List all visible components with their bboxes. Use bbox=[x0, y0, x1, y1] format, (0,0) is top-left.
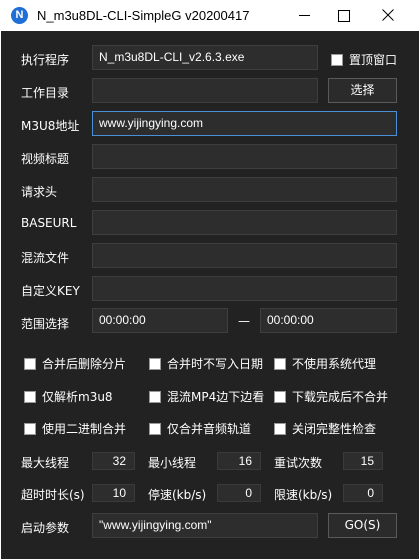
checkbox-box[interactable] bbox=[24, 422, 36, 435]
checkbox-box[interactable] bbox=[149, 390, 161, 403]
checkbox-delete-after-merge[interactable]: 合并后删除分片 bbox=[24, 355, 126, 372]
checkbox-disable-integrity-check[interactable]: 关闭完整性检查 bbox=[274, 420, 376, 437]
custom-key-input[interactable] bbox=[92, 276, 397, 301]
go-button[interactable]: GO(S) bbox=[328, 513, 397, 538]
checkbox-box[interactable] bbox=[274, 422, 286, 435]
launch-params-input[interactable]: "www.yijingying.com" bbox=[92, 513, 318, 538]
checkbox-parse-only[interactable]: 仅解析m3u8 bbox=[24, 388, 113, 405]
mux-file-label: 混流文件 bbox=[21, 251, 70, 265]
min-threads-label: 最小线程 bbox=[148, 456, 197, 470]
timeout-label: 超时时长(s) bbox=[21, 488, 85, 502]
checkbox-label: 合并后删除分片 bbox=[42, 357, 127, 371]
checkbox-label: 下载完成后不合并 bbox=[292, 390, 389, 404]
limit-speed-input[interactable]: 0 bbox=[343, 484, 383, 502]
baseurl-input[interactable] bbox=[92, 210, 397, 235]
checkbox-label: 混流MP4边下边看 bbox=[167, 390, 265, 404]
checkbox-box[interactable] bbox=[24, 390, 36, 403]
checkbox-label: 关闭完整性检查 bbox=[292, 422, 377, 436]
retries-label: 重试次数 bbox=[274, 456, 323, 470]
exe-path-field[interactable]: N_m3u8DL-CLI_v2.6.3.exe bbox=[92, 45, 318, 70]
headers-input[interactable] bbox=[92, 177, 397, 202]
checkbox-label: 使用二进制合并 bbox=[42, 422, 127, 436]
checkbox-label: 合并时不写入日期 bbox=[167, 357, 264, 371]
stop-speed-input[interactable]: 0 bbox=[217, 484, 261, 502]
maximize-button[interactable] bbox=[322, 0, 366, 31]
range-end-input[interactable]: 00:00:00 bbox=[260, 308, 397, 333]
checkbox-box[interactable] bbox=[24, 357, 36, 370]
max-threads-label: 最大线程 bbox=[21, 456, 70, 470]
range-start-input[interactable]: 00:00:00 bbox=[92, 308, 228, 333]
app-logo-icon: N bbox=[11, 7, 28, 24]
checkbox-no-merge[interactable]: 下载完成后不合并 bbox=[274, 388, 388, 405]
topmost-checkbox-box[interactable] bbox=[331, 53, 343, 66]
checkbox-box[interactable] bbox=[274, 357, 286, 370]
range-label: 范围选择 bbox=[21, 317, 70, 331]
checkbox-label: 不使用系统代理 bbox=[292, 357, 377, 371]
custom-key-label: 自定义KEY bbox=[21, 284, 80, 298]
topmost-checkbox-label: 置顶窗口 bbox=[349, 53, 398, 67]
headers-label: 请求头 bbox=[21, 185, 58, 199]
close-button[interactable] bbox=[366, 0, 410, 31]
window-title: N_m3u8DL-CLI-SimpleG v20200417 bbox=[37, 8, 250, 23]
video-title-label: 视频标题 bbox=[21, 152, 70, 166]
checkbox-label: 仅合并音频轨道 bbox=[167, 422, 252, 436]
minimize-button[interactable] bbox=[283, 0, 327, 31]
workdir-field[interactable] bbox=[92, 78, 318, 103]
limit-speed-label: 限速(kb/s) bbox=[274, 488, 333, 502]
stop-speed-label: 停速(kb/s) bbox=[148, 488, 207, 502]
exe-label: 执行程序 bbox=[21, 53, 70, 67]
launch-params-label: 启动参数 bbox=[21, 521, 70, 535]
min-threads-input[interactable]: 16 bbox=[217, 452, 261, 470]
checkbox-mux-mp4-live[interactable]: 混流MP4边下边看 bbox=[149, 388, 264, 405]
checkbox-box[interactable] bbox=[149, 422, 161, 435]
range-separator: — bbox=[238, 314, 250, 328]
checkbox-audio-only[interactable]: 仅合并音频轨道 bbox=[149, 420, 251, 437]
baseurl-label: BASEURL bbox=[21, 216, 77, 230]
topmost-checkbox[interactable]: 置顶窗口 bbox=[331, 51, 397, 68]
m3u8-url-input[interactable]: www.yijingying.com bbox=[92, 111, 397, 136]
checkbox-box[interactable] bbox=[149, 357, 161, 370]
close-icon bbox=[382, 9, 394, 21]
retries-input[interactable]: 15 bbox=[343, 452, 383, 470]
choose-dir-button[interactable]: 选择 bbox=[328, 78, 397, 103]
mux-file-input[interactable] bbox=[92, 243, 397, 268]
checkbox-label: 仅解析m3u8 bbox=[42, 390, 113, 404]
checkbox-no-date-on-merge[interactable]: 合并时不写入日期 bbox=[149, 355, 263, 372]
video-title-input[interactable] bbox=[92, 144, 397, 169]
timeout-input[interactable]: 10 bbox=[92, 484, 135, 502]
m3u8-url-label: M3U8地址 bbox=[21, 119, 80, 133]
max-threads-input[interactable]: 32 bbox=[92, 452, 135, 470]
workdir-label: 工作目录 bbox=[21, 86, 70, 100]
checkbox-no-system-proxy[interactable]: 不使用系统代理 bbox=[274, 355, 376, 372]
checkbox-binary-merge[interactable]: 使用二进制合并 bbox=[24, 420, 126, 437]
checkbox-box[interactable] bbox=[274, 390, 286, 403]
title-bar[interactable]: N N_m3u8DL-CLI-SimpleG v20200417 bbox=[0, 0, 420, 31]
